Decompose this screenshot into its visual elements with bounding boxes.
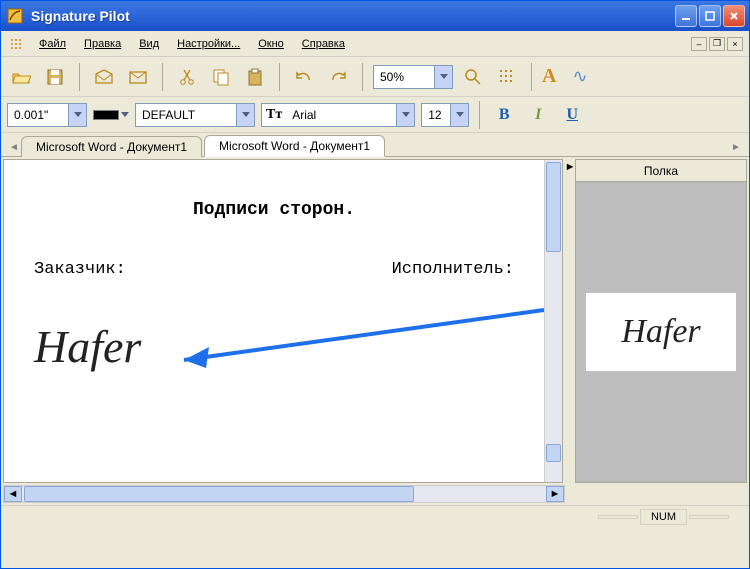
tab-doc1[interactable]: Microsoft Word - Документ1 <box>21 136 202 157</box>
status-numlock: NUM <box>640 509 687 525</box>
statusbar: NUM <box>1 505 749 527</box>
app-icon <box>5 6 25 26</box>
mdi-restore-button[interactable]: ❐ <box>709 37 725 51</box>
fontsize-dropdown-button[interactable] <box>450 104 468 126</box>
signature-thumbnail[interactable]: Hafer <box>586 293 736 371</box>
bold-button[interactable]: B <box>490 103 518 127</box>
zoom-dropdown-button[interactable] <box>434 66 452 88</box>
zoom-select[interactable] <box>373 65 453 89</box>
scroll-right-button[interactable]: ► <box>546 486 564 502</box>
freehand-tool-icon[interactable]: ∿ <box>572 66 587 87</box>
font-select[interactable]: Tт <box>261 103 415 127</box>
window-controls <box>675 5 745 27</box>
workarea: Подписи сторон. Заказчик: Исполнитель: H… <box>1 157 749 485</box>
fontsize-select[interactable] <box>421 103 469 127</box>
style-dropdown-button[interactable] <box>236 104 254 126</box>
grid-button[interactable] <box>493 63 521 91</box>
window-title: Signature Pilot <box>31 8 675 24</box>
search-button[interactable] <box>459 63 487 91</box>
app-window: Signature Pilot Файл Правка Вид Настройк… <box>0 0 750 569</box>
doc-horizontal-scrollbar[interactable]: ◄ ► <box>3 485 565 503</box>
status-blank2 <box>689 515 729 519</box>
toolbar-format: Tт B I U <box>1 97 749 133</box>
mail-button[interactable] <box>124 63 152 91</box>
menu-window[interactable]: Окно <box>250 35 292 53</box>
menu-settings[interactable]: Настройки... <box>169 35 248 53</box>
style-input[interactable] <box>136 104 236 126</box>
document-pane: Подписи сторон. Заказчик: Исполнитель: H… <box>3 159 563 483</box>
scrollbar-thumb[interactable] <box>546 162 561 252</box>
line-color-picker[interactable] <box>93 110 129 120</box>
copy-button[interactable] <box>207 63 235 91</box>
font-dropdown-button[interactable] <box>396 104 414 126</box>
shelf-title: Полка <box>576 160 746 182</box>
doc-contractor-label: Исполнитель: <box>392 260 514 279</box>
tab-label: Microsoft Word - Документ1 <box>219 139 370 153</box>
text-tool-icon[interactable]: A <box>542 65 556 88</box>
truetype-icon: Tт <box>262 107 282 123</box>
document-canvas[interactable]: Подписи сторон. Заказчик: Исполнитель: H… <box>4 160 544 482</box>
zoom-input[interactable] <box>374 66 434 88</box>
minimize-button[interactable] <box>675 5 697 27</box>
units-input[interactable] <box>8 104 68 126</box>
menu-edit[interactable]: Правка <box>76 35 129 53</box>
tab-scroll-left[interactable]: ◄ <box>7 138 21 156</box>
mdi-close-button[interactable]: × <box>727 37 743 51</box>
doc-customer-label: Заказчик: <box>34 260 126 279</box>
units-dropdown-button[interactable] <box>68 104 86 126</box>
titlebar: Signature Pilot <box>1 1 749 31</box>
paste-button[interactable] <box>241 63 269 91</box>
tab-doc2[interactable]: Microsoft Word - Документ1 <box>204 135 385 157</box>
save-button[interactable] <box>41 63 69 91</box>
toolbar-grip-icon <box>7 35 25 53</box>
style-select[interactable] <box>135 103 255 127</box>
color-swatch <box>93 110 119 120</box>
units-select[interactable] <box>7 103 87 127</box>
status-blank <box>598 515 638 519</box>
tab-scroll-right[interactable]: ► <box>729 138 743 156</box>
signature-thumbnail-text: Hafer <box>621 313 700 351</box>
italic-button[interactable]: I <box>524 103 552 127</box>
menu-file[interactable]: Файл <box>31 35 74 53</box>
shelf-panel: Полка Hafer <box>575 159 747 483</box>
doc-heading: Подписи сторон. <box>4 200 544 220</box>
open-button[interactable] <box>7 63 35 91</box>
scrollbar-thumb[interactable] <box>546 444 561 462</box>
underline-button[interactable]: U <box>558 103 586 127</box>
toolbar-main: A ∿ <box>1 57 749 97</box>
tab-label: Microsoft Word - Документ1 <box>36 140 187 154</box>
close-button[interactable] <box>723 5 745 27</box>
doc-vertical-scrollbar[interactable] <box>544 160 562 482</box>
menubar: Файл Правка Вид Настройки... Окно Справк… <box>1 31 749 57</box>
menu-view[interactable]: Вид <box>131 35 167 53</box>
redo-button[interactable] <box>324 63 352 91</box>
scroll-left-button[interactable]: ◄ <box>4 486 22 502</box>
fontsize-input[interactable] <box>422 104 450 126</box>
mdi-minimize-button[interactable]: – <box>691 37 707 51</box>
scrollbar-thumb[interactable] <box>24 486 414 502</box>
document-tabs: ◄ Microsoft Word - Документ1 Microsoft W… <box>1 133 749 157</box>
undo-button[interactable] <box>290 63 318 91</box>
cut-button[interactable] <box>173 63 201 91</box>
font-input[interactable] <box>286 104 396 126</box>
menu-help[interactable]: Справка <box>294 35 353 53</box>
maximize-button[interactable] <box>699 5 721 27</box>
shelf-body: Hafer <box>576 182 746 482</box>
panel-collapse-button[interactable]: ► <box>565 157 575 485</box>
mail-open-button[interactable] <box>90 63 118 91</box>
signature-stamp[interactable]: Hafer <box>34 320 141 373</box>
